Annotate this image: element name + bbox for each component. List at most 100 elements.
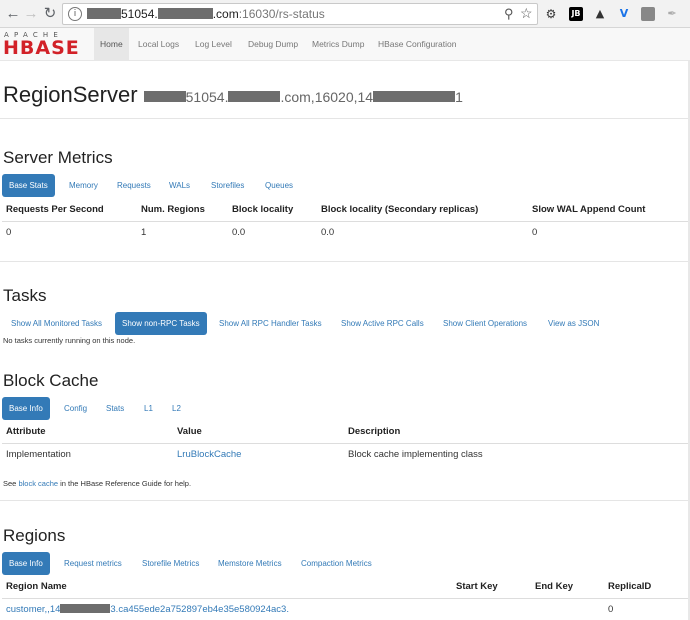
- address-bar[interactable]: i 51054. .com:16030/rs-status ⚲ ☆: [62, 3, 538, 25]
- tab-all-monitored-tasks[interactable]: Show All Monitored Tasks: [4, 312, 109, 335]
- server-metrics-heading: Server Metrics: [3, 148, 113, 167]
- redacted-block: [60, 604, 111, 614]
- tab-memory[interactable]: Memory: [62, 174, 105, 197]
- gear-icon[interactable]: ⚙: [544, 7, 558, 21]
- tab-requests[interactable]: Requests: [110, 174, 158, 197]
- nav-home[interactable]: Home: [94, 28, 129, 60]
- table-cell: 0: [532, 227, 538, 239]
- regions-table: Region Name Start Key End Key ReplicaID …: [2, 576, 688, 620]
- square-extension-icon[interactable]: [641, 7, 655, 21]
- table-row: 0 1 0.0 0.0 0: [2, 221, 688, 244]
- column-header: Description: [344, 421, 688, 444]
- table-cell: Block cache implementing class: [348, 449, 483, 461]
- v-extension-icon[interactable]: V: [617, 7, 631, 21]
- table-header-row: Attribute Value Description: [2, 421, 688, 444]
- table-cell: Implementation: [6, 449, 71, 461]
- divider: [0, 261, 688, 262]
- tab-regions-base-info[interactable]: Base Info: [2, 552, 50, 575]
- server-metrics-tabs: Base Stats Memory Requests WALs Storefil…: [2, 174, 688, 197]
- tab-base-stats[interactable]: Base Stats: [2, 174, 55, 197]
- hbase-navbar: APACHE HBASE Home Local Logs Log Level D…: [0, 28, 690, 61]
- block-cache-help-note: See block cache in the HBase Reference G…: [3, 479, 192, 488]
- regions-tabs: Base Info Request metrics Storefile Metr…: [2, 552, 688, 575]
- regions-heading: Regions: [3, 526, 66, 545]
- column-header: Value: [173, 421, 344, 444]
- tab-compaction-metrics[interactable]: Compaction Metrics: [294, 552, 379, 575]
- tab-storefiles[interactable]: Storefiles: [204, 174, 251, 197]
- tasks-heading: Tasks: [3, 286, 47, 305]
- nav-metrics-dump[interactable]: Metrics Dump: [306, 28, 370, 60]
- table-header-row: Requests Per Second Num. Regions Block l…: [2, 199, 688, 222]
- tab-view-as-json[interactable]: View as JSON: [541, 312, 606, 335]
- column-header: Num. Regions: [137, 199, 228, 222]
- redacted-block: [228, 91, 281, 102]
- back-arrow-icon[interactable]: ←: [4, 5, 22, 23]
- column-header: Block locality (Secondary replicas): [317, 199, 528, 222]
- divider: [0, 500, 688, 501]
- column-header: ReplicaID: [604, 576, 688, 599]
- redacted-block: [87, 8, 121, 19]
- tab-queues[interactable]: Queues: [258, 174, 300, 197]
- column-header: End Key: [531, 576, 604, 599]
- tab-base-info[interactable]: Base Info: [2, 397, 50, 420]
- block-cache-tabs: Base Info Config Stats L1 L2: [2, 397, 688, 420]
- tab-config[interactable]: Config: [57, 397, 94, 420]
- lru-block-cache-link[interactable]: LruBlockCache: [173, 443, 344, 466]
- table-header-row: Region Name Start Key End Key ReplicaID: [2, 576, 688, 599]
- jb-extension-icon[interactable]: JB: [569, 7, 583, 21]
- table-cell: 0.0: [321, 227, 335, 239]
- logo-hbase-text: HBASE: [3, 37, 80, 59]
- forward-arrow-icon[interactable]: →: [22, 5, 40, 23]
- zoom-icon[interactable]: ⚲: [504, 6, 514, 22]
- tab-l2[interactable]: L2: [165, 397, 188, 420]
- redacted-block: [373, 91, 456, 102]
- feather-icon[interactable]: ✒: [665, 7, 679, 21]
- block-cache-heading: Block Cache: [3, 371, 99, 390]
- block-cache-guide-link[interactable]: block cache: [18, 479, 58, 488]
- table-cell: 0.0: [232, 227, 246, 239]
- tab-storefile-metrics[interactable]: Storefile Metrics: [135, 552, 206, 575]
- table-cell: [452, 598, 531, 620]
- tab-stats[interactable]: Stats: [99, 397, 131, 420]
- table-row: Implementation LruBlockCache Block cache…: [2, 443, 688, 466]
- table-cell: 0: [6, 227, 12, 239]
- column-header: Start Key: [452, 576, 531, 599]
- tab-rpc-handler-tasks[interactable]: Show All RPC Handler Tasks: [212, 312, 329, 335]
- region-name-link[interactable]: customer,,14 3.ca455ede2a752897eb4e35e580…: [2, 598, 452, 620]
- tasks-tabs: Show All Monitored Tasks Show non-RPC Ta…: [2, 312, 688, 335]
- nav-hbase-configuration[interactable]: HBase Configuration: [372, 28, 462, 60]
- url-text: 51054. .com:16030/rs-status: [87, 7, 325, 21]
- server-metrics-table: Requests Per Second Num. Regions Block l…: [2, 199, 688, 244]
- divider: [0, 118, 688, 119]
- table-cell: 0: [608, 604, 614, 616]
- table-row: customer,,14 3.ca455ede2a752897eb4e35e580…: [2, 598, 688, 620]
- table-cell: 1: [141, 227, 147, 239]
- column-header: Block locality: [228, 199, 317, 222]
- hbase-logo[interactable]: APACHE HBASE: [3, 31, 85, 59]
- redacted-block: [157, 8, 213, 19]
- column-header: Region Name: [2, 576, 452, 599]
- column-header: Attribute: [2, 421, 173, 444]
- camera-icon[interactable]: ▲: [593, 7, 607, 21]
- nav-local-logs[interactable]: Local Logs: [132, 28, 185, 60]
- column-header: Requests Per Second: [2, 199, 137, 222]
- redacted-block: [143, 91, 186, 102]
- tab-l1[interactable]: L1: [137, 397, 160, 420]
- nav-log-level[interactable]: Log Level: [189, 28, 238, 60]
- block-cache-table: Attribute Value Description Implementati…: [2, 421, 688, 466]
- tab-non-rpc-tasks[interactable]: Show non-RPC Tasks: [115, 312, 207, 335]
- server-identifier: 51054. .com,16020,14 1: [143, 89, 463, 105]
- info-icon[interactable]: i: [68, 7, 82, 21]
- tab-wals[interactable]: WALs: [162, 174, 197, 197]
- column-header: Slow WAL Append Count: [528, 199, 688, 222]
- browser-toolbar: ← → ↻ i 51054. .com:16030/rs-status ⚲ ☆ ⚙…: [0, 0, 690, 28]
- table-cell: [531, 598, 604, 620]
- tasks-status-message: No tasks currently running on this node.: [3, 336, 136, 345]
- tab-request-metrics[interactable]: Request metrics: [57, 552, 129, 575]
- nav-debug-dump[interactable]: Debug Dump: [242, 28, 304, 60]
- bookmark-star-icon[interactable]: ☆: [520, 5, 533, 22]
- tab-active-rpc-calls[interactable]: Show Active RPC Calls: [334, 312, 431, 335]
- tab-client-operations[interactable]: Show Client Operations: [436, 312, 534, 335]
- reload-icon[interactable]: ↻: [41, 5, 59, 23]
- tab-memstore-metrics[interactable]: Memstore Metrics: [211, 552, 289, 575]
